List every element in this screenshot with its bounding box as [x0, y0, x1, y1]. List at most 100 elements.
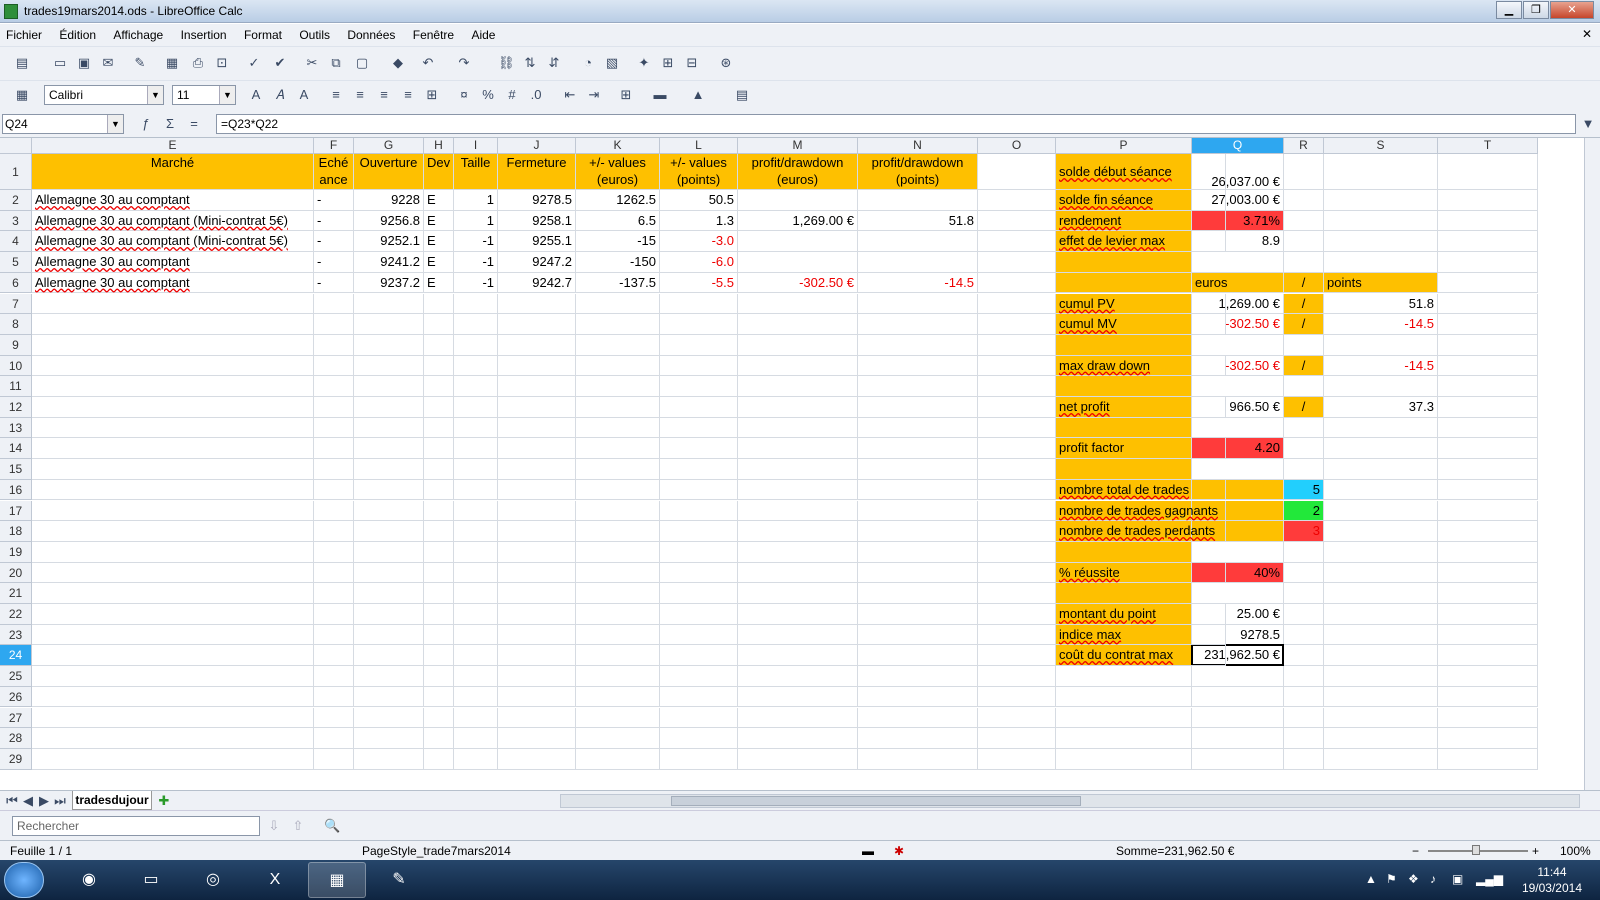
page-style[interactable]: PageStyle_trade7mars2014 [362, 844, 511, 858]
cell[interactable] [314, 459, 354, 480]
cumul-pv-slash[interactable]: / [1284, 293, 1324, 315]
currency-icon[interactable]: ¤ [456, 87, 472, 103]
cell[interactable] [1192, 583, 1284, 604]
cell[interactable] [314, 541, 354, 563]
column-header-s[interactable]: S [1324, 138, 1438, 154]
cell[interactable] [858, 314, 978, 335]
max-dd-points[interactable]: -14.5 [1324, 355, 1438, 377]
cell[interactable] [1284, 210, 1324, 232]
stats-label[interactable]: % réussite [1056, 562, 1226, 584]
cell[interactable] [424, 562, 454, 584]
cell[interactable] [1192, 707, 1284, 729]
cell[interactable] [1284, 707, 1324, 729]
cell-dev[interactable]: E [424, 252, 454, 273]
cell[interactable] [1324, 583, 1438, 604]
cell[interactable] [576, 686, 660, 708]
cell[interactable] [576, 728, 660, 749]
stats-label[interactable]: effet de levier max [1056, 231, 1226, 253]
stats-label[interactable]: rendement [1056, 210, 1226, 232]
header-points[interactable]: points [1324, 272, 1438, 294]
cell[interactable] [858, 748, 978, 770]
row-header[interactable]: 10 [0, 355, 32, 377]
cell[interactable] [576, 624, 660, 646]
cell[interactable] [32, 686, 314, 708]
cell[interactable] [498, 666, 576, 687]
cell[interactable] [454, 583, 498, 604]
excel-icon[interactable]: X [246, 862, 304, 898]
close-window-button[interactable]: ✕ [1550, 1, 1594, 19]
cell[interactable] [424, 397, 454, 418]
cell[interactable] [454, 293, 498, 315]
cell[interactable] [738, 707, 858, 729]
cell[interactable] [738, 645, 858, 667]
equals-icon[interactable]: = [186, 116, 202, 132]
cell[interactable] [1284, 376, 1324, 397]
cell[interactable] [858, 479, 978, 501]
last-sheet-icon[interactable]: ⏭ [52, 793, 68, 809]
cell[interactable] [32, 604, 314, 625]
cell-pv-euros[interactable]: -150 [576, 252, 660, 273]
toggle-grid-icon[interactable]: ▤ [734, 87, 750, 103]
zoom-slider-thumb[interactable] [1472, 845, 1480, 855]
row-header[interactable]: 24 [0, 645, 32, 667]
cell[interactable] [454, 479, 498, 501]
stats-label-bg[interactable] [1056, 417, 1192, 439]
cell[interactable] [1192, 686, 1284, 708]
cell[interactable] [858, 438, 978, 460]
paste-icon[interactable]: ▢ [354, 55, 370, 71]
cell[interactable] [1438, 624, 1538, 646]
cell[interactable] [498, 293, 576, 315]
autospellcheck-icon[interactable]: ✔ [272, 55, 288, 71]
dropbox-icon[interactable]: ❖ [1408, 872, 1419, 886]
first-sheet-icon[interactable]: ⏮ [4, 793, 20, 809]
cell[interactable] [660, 355, 738, 377]
align-left-icon[interactable]: ≡ [328, 87, 344, 103]
column-header-f[interactable]: F [314, 138, 354, 154]
column-header-q[interactable]: Q [1192, 138, 1284, 154]
cell[interactable] [354, 459, 424, 480]
cell[interactable] [576, 562, 660, 584]
find-previous-icon[interactable]: ⇧ [290, 818, 306, 834]
cell-dev[interactable]: E [424, 272, 454, 294]
cell[interactable] [1192, 541, 1284, 563]
cell-dev[interactable]: E [424, 190, 454, 211]
cell[interactable] [1324, 376, 1438, 397]
chevron-down-icon[interactable]: ▼ [219, 86, 235, 104]
cell[interactable] [660, 624, 738, 646]
cell[interactable] [738, 355, 858, 377]
cell[interactable] [1284, 417, 1324, 439]
nb-perdants-value[interactable]: 3 [1284, 521, 1324, 542]
save-icon[interactable]: ▣ [76, 55, 92, 71]
cell[interactable] [660, 562, 738, 584]
cell[interactable] [354, 397, 424, 418]
cell[interactable] [454, 562, 498, 584]
cell[interactable] [1192, 334, 1284, 356]
sort-descending-icon[interactable]: ⇵ [546, 55, 562, 71]
column-header-l[interactable]: L [660, 138, 738, 154]
background-color-icon[interactable]: ▬ [652, 87, 668, 103]
row-header[interactable]: 23 [0, 624, 32, 646]
cell[interactable] [576, 334, 660, 356]
spreadsheet-grid[interactable]: E F G H I J K L M N O P Q R S T 1 2 3 4 5 6 7 8 9 10 11 12 13 14 15 16 1… [0, 138, 1584, 790]
cell[interactable] [1056, 686, 1192, 708]
cell[interactable] [978, 210, 1056, 232]
cell[interactable] [1438, 210, 1538, 232]
cell[interactable] [738, 748, 858, 770]
stats-label-bg[interactable] [1056, 252, 1192, 273]
stats-label-bg[interactable] [1056, 459, 1192, 480]
find-input[interactable]: Rechercher [12, 816, 260, 836]
cell[interactable] [858, 417, 978, 439]
cell[interactable] [978, 272, 1056, 294]
cell[interactable] [576, 438, 660, 460]
cell[interactable] [32, 748, 314, 770]
cell[interactable] [576, 397, 660, 418]
net-profit-slash[interactable]: / [1284, 397, 1324, 418]
cell[interactable] [858, 252, 978, 273]
action-center-flag-icon[interactable]: ⚑ [1386, 872, 1397, 886]
cell[interactable] [738, 479, 858, 501]
cell[interactable] [454, 645, 498, 667]
cell[interactable] [738, 562, 858, 584]
decimal-icon[interactable]: .0 [528, 87, 544, 103]
cell[interactable] [424, 438, 454, 460]
cell[interactable] [32, 459, 314, 480]
